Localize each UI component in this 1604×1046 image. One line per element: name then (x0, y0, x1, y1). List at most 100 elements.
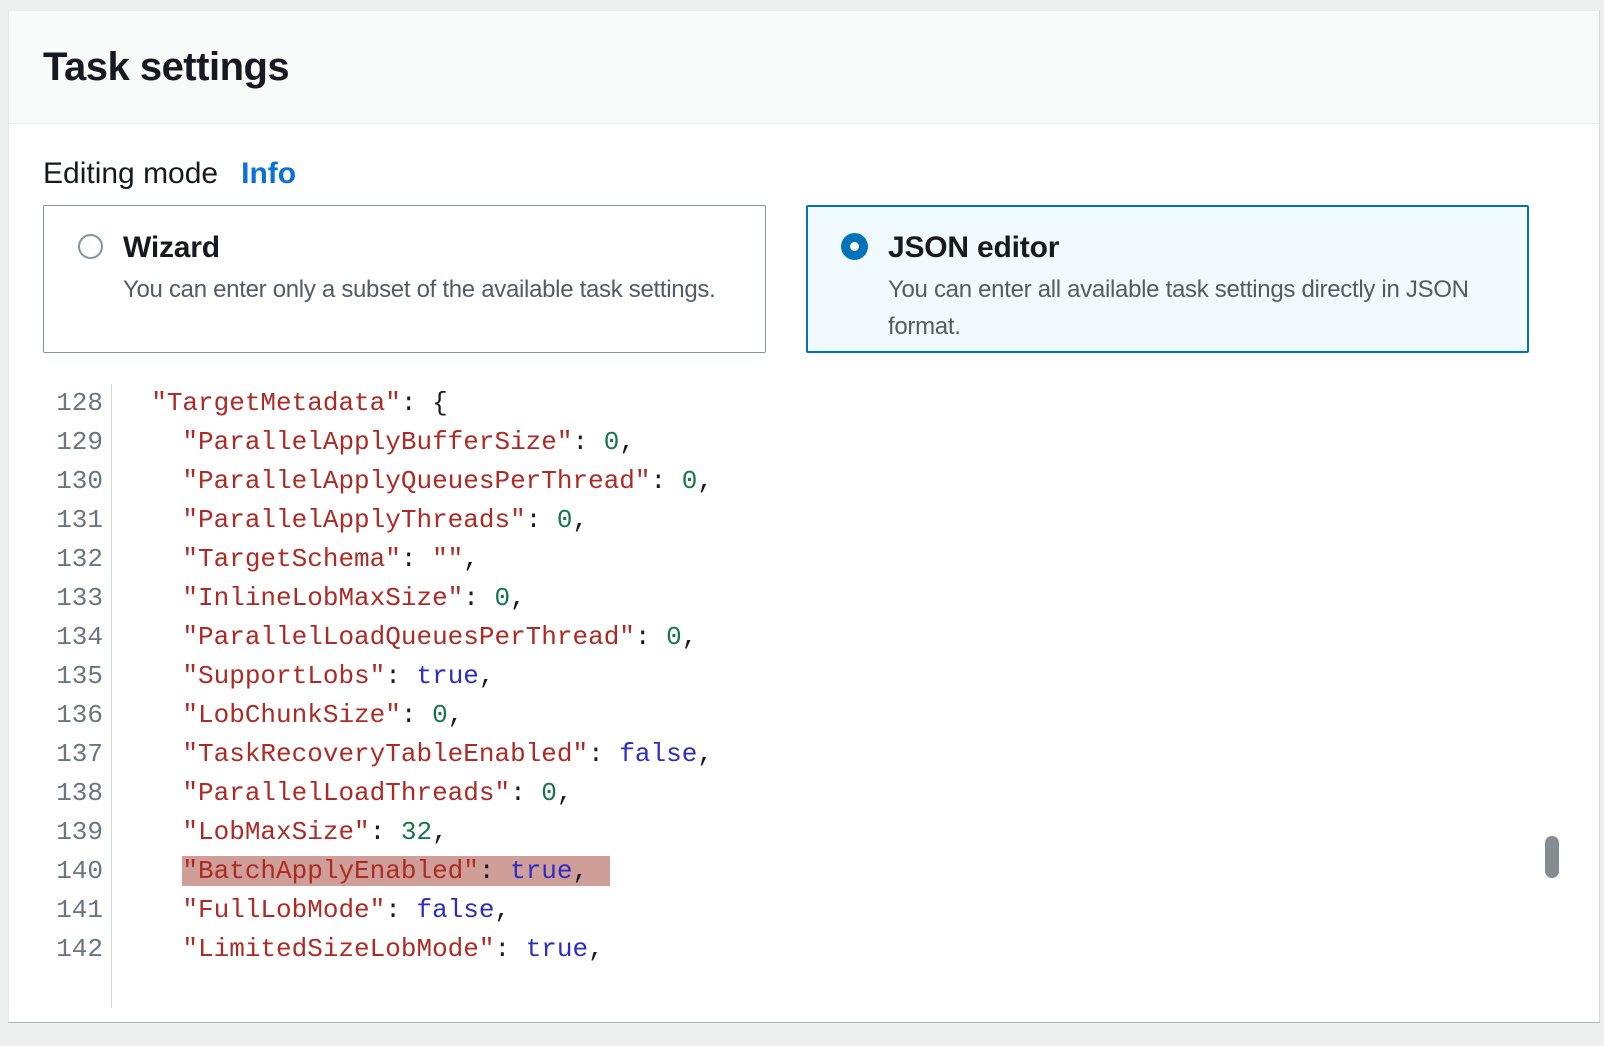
code-line-row[interactable]: 128 "TargetMetadata": { (9, 384, 1599, 423)
code-token-bool: false (416, 895, 494, 925)
line-number: 128 (9, 384, 112, 423)
line-number (9, 969, 112, 1008)
option-description: You can enter only a subset of the avail… (123, 271, 715, 308)
code-token-str: "ParallelApplyQueuesPerThread" (182, 466, 650, 496)
code-line-row[interactable]: 134 "ParallelLoadQueuesPerThread": 0, (9, 618, 1599, 657)
code-line[interactable]: "SupportLobs": true, (112, 657, 495, 696)
code-line[interactable] (112, 969, 120, 1008)
code-line-row[interactable]: 140 "BatchApplyEnabled": true, (9, 852, 1599, 891)
code-line-row[interactable]: 132 "TargetSchema": "", (9, 540, 1599, 579)
code-token-str: "FullLobMode" (182, 895, 385, 925)
code-line[interactable]: "TaskRecoveryTableEnabled": false, (112, 735, 713, 774)
code-token-str: "LobChunkSize" (182, 700, 400, 730)
line-number: 142 (9, 930, 112, 969)
code-token-bool: false (619, 739, 697, 769)
code-token-str: "ParallelLoadThreads" (182, 778, 510, 808)
code-token-num: 0 (495, 583, 511, 613)
code-token-punc: , (432, 817, 448, 847)
code-line[interactable]: "ParallelLoadThreads": 0, (112, 774, 573, 813)
code-line[interactable]: "BatchApplyEnabled": true, (112, 852, 610, 891)
code-line[interactable]: "ParallelApplyQueuesPerThread": 0, (112, 462, 713, 501)
code-line[interactable]: "TargetMetadata": { (112, 384, 448, 423)
panel-header: Task settings (9, 11, 1599, 124)
radio-unchecked-icon[interactable] (78, 234, 103, 259)
code-line-row[interactable]: 137 "TaskRecoveryTableEnabled": false, (9, 735, 1599, 774)
code-token-str: "BatchApplyEnabled" (182, 856, 478, 886)
code-token-str: "" (432, 544, 463, 574)
code-token-num: 0 (682, 466, 698, 496)
code-token-num: 0 (557, 505, 573, 535)
scrollbar-thumb[interactable] (1545, 836, 1559, 878)
code-line[interactable]: "LobMaxSize": 32, (112, 813, 448, 852)
code-line-row[interactable]: 142 "LimitedSizeLobMode": true, (9, 930, 1599, 969)
option-label: Wizard (123, 229, 715, 267)
code-line-row[interactable] (9, 969, 1599, 1008)
line-number: 138 (9, 774, 112, 813)
line-number: 141 (9, 891, 112, 930)
option-description: You can enter all available task setting… (888, 271, 1504, 345)
line-number: 129 (9, 423, 112, 462)
radio-checked-icon[interactable] (841, 233, 868, 260)
code-token-punc: , (557, 778, 573, 808)
code-line-row[interactable]: 131 "ParallelApplyThreads": 0, (9, 501, 1599, 540)
code-token-punc: : (385, 895, 416, 925)
code-line[interactable]: "LobChunkSize": 0, (112, 696, 463, 735)
code-line-row[interactable]: 141 "FullLobMode": false, (9, 891, 1599, 930)
code-token-str: "ParallelLoadQueuesPerThread" (182, 622, 634, 652)
code-line[interactable]: "ParallelApplyThreads": 0, (112, 501, 588, 540)
code-token-punc: : (401, 544, 432, 574)
code-line-row[interactable]: 129 "ParallelApplyBufferSize": 0, (9, 423, 1599, 462)
code-token-str: "SupportLobs" (182, 661, 385, 691)
code-token-str: "TargetSchema" (182, 544, 400, 574)
editing-mode-option-wizard[interactable]: Wizard You can enter only a subset of th… (43, 205, 766, 353)
editing-mode-row: Editing mode Info (43, 156, 1599, 192)
option-label: JSON editor (888, 229, 1504, 267)
code-line[interactable]: "InlineLobMaxSize": 0, (112, 579, 526, 618)
code-token-num: 0 (541, 778, 557, 808)
panel-title: Task settings (43, 45, 289, 90)
code-token-num: 32 (401, 817, 432, 847)
editing-mode-label: Editing mode (43, 156, 218, 192)
code-line[interactable]: "ParallelLoadQueuesPerThread": 0, (112, 618, 697, 657)
editing-mode-option-json-editor[interactable]: JSON editor You can enter all available … (806, 205, 1529, 353)
code-line-row[interactable]: 136 "LobChunkSize": 0, (9, 696, 1599, 735)
code-token-str: "TaskRecoveryTableEnabled" (182, 739, 588, 769)
code-token-punc: , (573, 856, 589, 886)
code-line-row[interactable]: 135 "SupportLobs": true, (9, 657, 1599, 696)
line-number: 133 (9, 579, 112, 618)
option-text: Wizard You can enter only a subset of th… (123, 229, 715, 352)
code-token-punc: , (697, 466, 713, 496)
line-number: 135 (9, 657, 112, 696)
code-token-punc: , (588, 934, 604, 964)
json-code-editor[interactable]: 128 "TargetMetadata": {129 "ParallelAppl… (9, 384, 1599, 1008)
info-link[interactable]: Info (241, 156, 296, 192)
code-token-punc: : (588, 739, 619, 769)
code-line-row[interactable]: 139 "LobMaxSize": 32, (9, 813, 1599, 852)
task-settings-panel: Task settings Editing mode Info Wizard Y… (8, 10, 1600, 1023)
code-token-num: 0 (432, 700, 448, 730)
code-line-row[interactable]: 130 "ParallelApplyQueuesPerThread": 0, (9, 462, 1599, 501)
code-line-row[interactable]: 138 "ParallelLoadThreads": 0, (9, 774, 1599, 813)
line-number: 131 (9, 501, 112, 540)
code-token-str: "LimitedSizeLobMode" (182, 934, 494, 964)
code-line[interactable]: "ParallelApplyBufferSize": 0, (112, 423, 635, 462)
code-line[interactable]: "FullLobMode": false, (112, 891, 510, 930)
code-token-num: 0 (604, 427, 620, 457)
line-number: 139 (9, 813, 112, 852)
code-token-bool: true (526, 934, 588, 964)
code-token-punc: : (510, 778, 541, 808)
code-token-punc: , (463, 544, 479, 574)
option-text: JSON editor You can enter all available … (888, 229, 1504, 351)
code-line-row[interactable]: 133 "InlineLobMaxSize": 0, (9, 579, 1599, 618)
code-token-punc: , (619, 427, 635, 457)
code-token-str: "ParallelApplyThreads" (182, 505, 525, 535)
code-token-punc: : { (401, 388, 448, 418)
code-token-punc: : (401, 700, 432, 730)
code-token-punc: : (370, 817, 401, 847)
editing-mode-options: Wizard You can enter only a subset of th… (43, 205, 1565, 353)
code-line[interactable]: "LimitedSizeLobMode": true, (112, 930, 604, 969)
code-line[interactable]: "TargetSchema": "", (112, 540, 479, 579)
line-number: 130 (9, 462, 112, 501)
code-token-punc: , (495, 895, 511, 925)
code-token-punc: , (573, 505, 589, 535)
